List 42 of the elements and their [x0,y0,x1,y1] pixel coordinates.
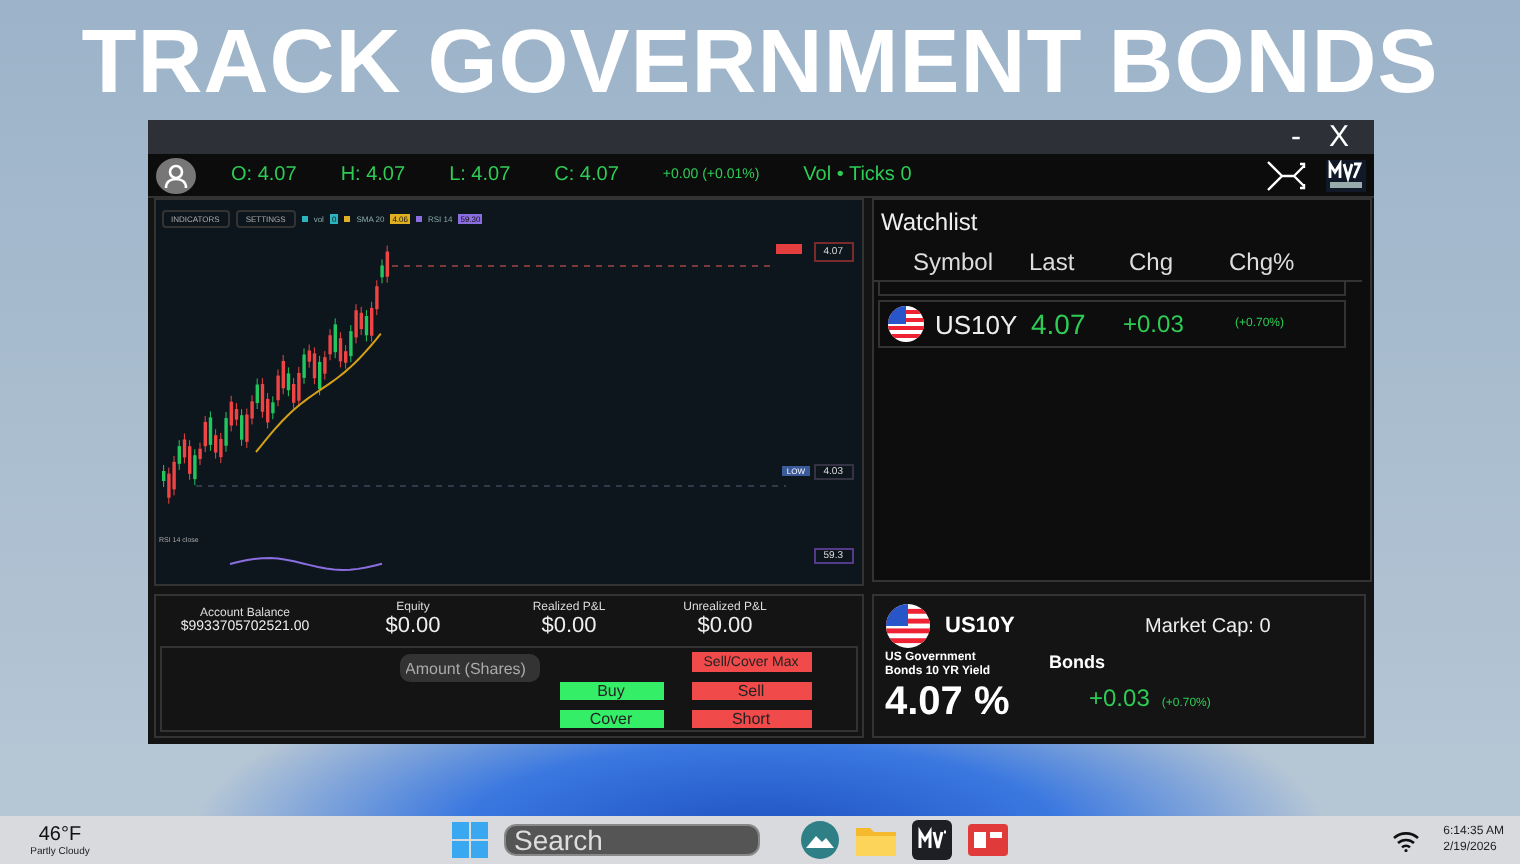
share-icon[interactable] [1265,159,1305,191]
order-button[interactable]: Cover [559,710,663,728]
stat-value: $0.00 [385,614,441,638]
wifi-icon[interactable] [1391,829,1420,851]
volume-ticks: Vol • Ticks 0 [803,164,912,186]
news-logo-icon[interactable] [1325,159,1365,191]
market-cap: Market Cap: 0 [1145,615,1271,637]
low-price: L: 4.07 [449,164,511,186]
category-label: Bonds [1049,652,1107,672]
order-button[interactable]: Sell [691,682,811,700]
yield-value: 4.07 % [885,680,1012,726]
flag-icon [887,306,923,342]
avatar-icon[interactable] [155,157,195,193]
order-button[interactable]: Buy [559,682,663,700]
symbol-text: US10Y [935,309,1019,339]
minimize-button[interactable]: - [1290,120,1301,154]
change-value: +0.03 [1089,684,1150,712]
column-header: Symbol [913,248,996,276]
open-price: O: 4.07 [231,164,297,186]
mountain-app-icon[interactable] [800,820,840,860]
column-header: Chg% [1229,248,1297,276]
column-header: Last [1029,248,1077,276]
amount-field[interactable]: Amount (Shares) [399,654,539,682]
symbol-text: US10Y [945,614,1017,638]
moving-average-line [254,332,381,453]
watchlist-title: Watchlist [879,206,980,240]
last-price: 4.07 [1031,308,1088,340]
high-price: H: 4.07 [340,164,406,186]
news-app-icon[interactable] [968,824,1008,856]
banner-title: TRACK GOVERNMENT BONDS [81,8,1439,116]
search-field[interactable]: Search [504,824,760,856]
stat-value: $0.00 [697,614,753,638]
change-value: +0.03 [1123,310,1186,338]
price-tag [775,244,801,254]
close-price: C: 4.07 [554,164,619,186]
close-button[interactable]: X [1328,120,1349,154]
order-button[interactable]: Short [691,710,811,728]
app-logo-icon[interactable] [912,820,952,860]
column-header: Chg [1129,248,1176,276]
stat-value: $0.00 [541,614,597,638]
weather-temperature[interactable]: 46°F [38,823,82,845]
flag-icon [885,604,929,648]
